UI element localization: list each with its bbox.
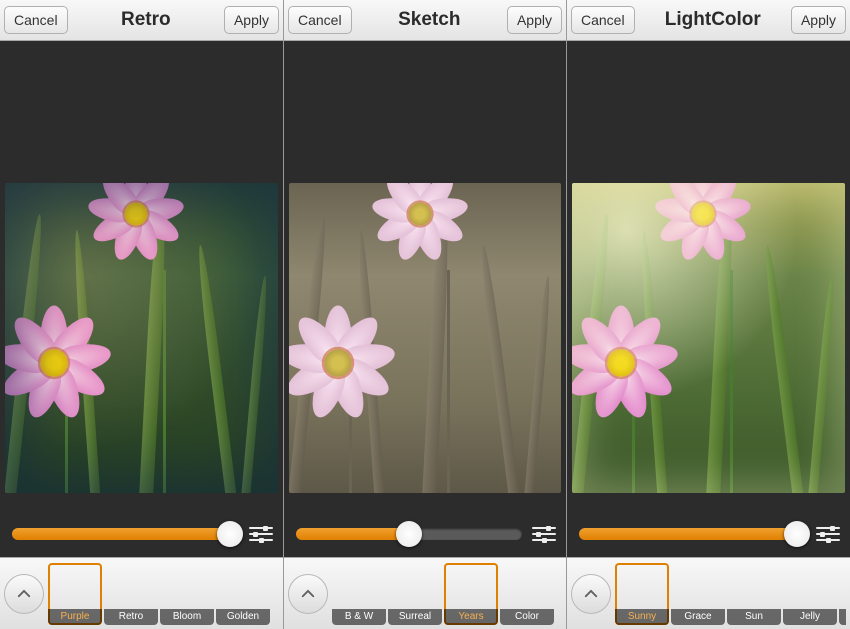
filter-thumb[interactable]: Color: [500, 563, 554, 625]
filter-thumb[interactable]: Grace: [671, 563, 725, 625]
filter-thumb-label: Years: [444, 609, 498, 625]
chevron-up-icon: [15, 585, 33, 603]
collapse-button[interactable]: [288, 574, 328, 614]
filter-title: Retro: [68, 9, 224, 31]
adjust-icon[interactable]: [249, 527, 273, 541]
filter-thumb-label: Eleg: [839, 609, 846, 625]
adjust-icon[interactable]: [816, 527, 840, 541]
filter-thumb[interactable]: Surreal: [388, 563, 442, 625]
filter-thumb-label: B & W: [332, 609, 386, 625]
photo-preview: [572, 183, 845, 493]
filter-thumb-label: Purple: [48, 609, 102, 625]
filter-title: LightColor: [635, 9, 791, 31]
filter-thumb-label: Retro: [104, 609, 158, 625]
thumbs: SunnyGraceSunJellyEleg: [615, 563, 846, 625]
apply-button[interactable]: Apply: [791, 6, 846, 34]
cancel-button[interactable]: Cancel: [4, 6, 68, 34]
intensity-slider[interactable]: [12, 528, 239, 540]
filter-thumb[interactable]: Sunny: [615, 563, 669, 625]
slider-row: [567, 511, 850, 557]
thumbs: B & WSurrealYearsColor: [332, 563, 562, 625]
filter-thumb[interactable]: B & W: [332, 563, 386, 625]
top-bar: Cancel Sketch Apply: [284, 0, 566, 41]
editor-pane: Cancel LightColor Apply: [566, 0, 850, 629]
collapse-button[interactable]: [571, 574, 611, 614]
filter-thumb[interactable]: Sun: [727, 563, 781, 625]
top-bar: Cancel Retro Apply: [0, 0, 283, 41]
intensity-slider[interactable]: [296, 528, 522, 540]
thumbs: PurpleRetroBloomGolden: [48, 563, 279, 625]
editor-pane: Cancel Retro Apply: [0, 0, 283, 629]
filter-thumb[interactable]: Purple: [48, 563, 102, 625]
filter-title: Sketch: [352, 9, 507, 31]
apply-button[interactable]: Apply: [224, 6, 279, 34]
photo-preview: [289, 183, 561, 493]
filter-thumb-label: Surreal: [388, 609, 442, 625]
filter-thumb[interactable]: Golden: [216, 563, 270, 625]
filter-thumb-label: Color: [500, 609, 554, 625]
adjust-icon[interactable]: [532, 527, 556, 541]
filter-thumb-label: Golden: [216, 609, 270, 625]
photo-preview: [5, 183, 278, 493]
chevron-up-icon: [582, 585, 600, 603]
cancel-button[interactable]: Cancel: [571, 6, 635, 34]
filter-thumb-label: Sun: [727, 609, 781, 625]
slider-row: [0, 511, 283, 557]
editor-pane: Cancel Sketch Apply: [283, 0, 566, 629]
filter-thumb[interactable]: Bloom: [160, 563, 214, 625]
canvas: [567, 41, 850, 557]
apply-button[interactable]: Apply: [507, 6, 562, 34]
filter-thumb-label: Jelly: [783, 609, 837, 625]
intensity-slider[interactable]: [579, 528, 806, 540]
filter-filmstrip: SunnyGraceSunJellyEleg: [567, 557, 850, 629]
filter-filmstrip: B & WSurrealYearsColor: [284, 557, 566, 629]
chevron-up-icon: [299, 585, 317, 603]
canvas: [0, 41, 283, 557]
slider-row: [284, 511, 566, 557]
top-bar: Cancel LightColor Apply: [567, 0, 850, 41]
filter-thumb-label: Sunny: [615, 609, 669, 625]
filter-thumb[interactable]: Jelly: [783, 563, 837, 625]
filter-filmstrip: PurpleRetroBloomGolden: [0, 557, 283, 629]
filter-thumb[interactable]: Retro: [104, 563, 158, 625]
cancel-button[interactable]: Cancel: [288, 6, 352, 34]
filter-thumb-label: Grace: [671, 609, 725, 625]
canvas: [284, 41, 566, 557]
collapse-button[interactable]: [4, 574, 44, 614]
filter-thumb[interactable]: Years: [444, 563, 498, 625]
filter-thumb[interactable]: Eleg: [839, 563, 846, 625]
filter-thumb-label: Bloom: [160, 609, 214, 625]
